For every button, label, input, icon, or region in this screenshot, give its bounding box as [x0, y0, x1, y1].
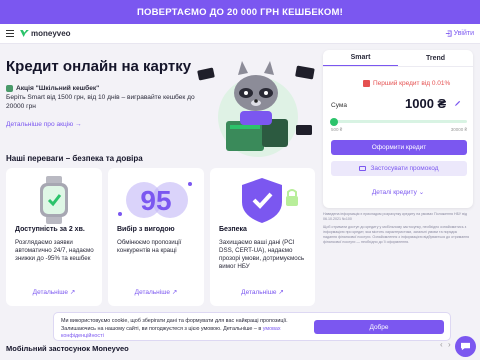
logo[interactable]: moneyveo	[20, 29, 71, 38]
prev-arrow-icon[interactable]: ‹	[440, 340, 448, 349]
advantage-card: Безпека Захищаємо ваші дані (PCI DSS, CE…	[210, 168, 315, 306]
advantages-title: Наші переваги – безпека та довіра	[6, 154, 143, 163]
mobile-app-title: Мобільний застосунок Moneyveo	[6, 344, 129, 353]
backpack-icon	[6, 85, 13, 92]
promo-text: ПОВЕРТАЄМО ДО 20 000 ГРН КЕШБЕКОМ!	[136, 6, 344, 18]
cookie-accept-button[interactable]: Добре	[314, 320, 444, 334]
advantage-card: 95 Вибір з вигодою Обмінюємо пропозиції …	[108, 168, 204, 306]
chat-icon	[461, 342, 470, 351]
cookie-banner: Ми використовуємо cookie, щоб зберігати …	[54, 313, 450, 340]
action-text: Беріть Smart від 1500 грн, від 10 днів –…	[6, 94, 195, 110]
shield-icon	[242, 178, 298, 223]
advantage-text: Обмінюємо пропозиції конкурентів на кращ…	[117, 239, 182, 254]
advantage-text: Захищаємо ваші дані (PCI DSS, CERT-UA), …	[219, 239, 305, 270]
arrow-up-right-icon: ↗	[69, 289, 76, 296]
arrow-right-icon: →	[75, 121, 82, 128]
sum-label: Сума	[331, 102, 347, 109]
legal-notes: Наведена інформація є прикладом розрахун…	[323, 212, 471, 245]
promo-banner[interactable]: ПОВЕРТАЄМО ДО 20 000 ГРН КЕШБЕКОМ!	[0, 0, 480, 24]
slider-handle[interactable]	[329, 117, 338, 126]
menu-icon[interactable]	[6, 30, 14, 37]
advantage-link-label: Детальніше	[134, 289, 171, 296]
login-link[interactable]: Увійти	[445, 30, 474, 37]
credit-details-link[interactable]: Деталі кредиту ⌄	[323, 188, 473, 196]
sum-value[interactable]: 1000 ₴	[405, 96, 446, 111]
ticket-icon	[359, 166, 367, 171]
legal-note: Щоб отримати доступ до кредиту у мобільн…	[323, 225, 470, 244]
chat-button[interactable]	[455, 336, 476, 357]
legal-note: Наведена інформація є прикладом розрахун…	[323, 212, 467, 221]
arrow-up-right-icon: ↗	[171, 289, 178, 296]
first-credit-note: Перший кредит від 0.01%	[363, 80, 450, 87]
discount-95-icon: 95	[118, 182, 192, 218]
tab-trend[interactable]: Trend	[398, 50, 473, 66]
pencil-icon[interactable]	[454, 100, 461, 107]
advantage-title: Доступність за 2 хв.	[15, 226, 85, 233]
action-title: Акція "Шкільний кешбек"	[16, 85, 100, 92]
credit-details-label: Деталі кредиту	[371, 189, 417, 196]
advantage-details-link[interactable]: Детальніше ↗	[210, 288, 315, 296]
raccoon-illustration	[197, 61, 315, 157]
advantage-link-label: Детальніше	[241, 289, 277, 296]
promo-code-label: Застосувати промокод	[370, 165, 439, 172]
gift-icon	[363, 80, 370, 87]
action-link-label: Детальніше про акцію	[6, 121, 74, 128]
arrow-up-right-icon: ↗	[278, 289, 284, 296]
tab-smart[interactable]: Smart	[323, 50, 398, 66]
logo-text: moneyveo	[31, 29, 71, 38]
page-title: Кредит онлайн на картку	[6, 58, 192, 75]
logo-mark-icon	[20, 30, 29, 37]
smartwatch-icon	[40, 176, 68, 224]
first-credit-text: Перший кредит від 0.01%	[373, 80, 451, 87]
action-details-link[interactable]: Детальніше про акцію →	[6, 121, 82, 128]
advantage-details-link[interactable]: Детальніше ↗	[108, 288, 204, 296]
action-description: Акція "Шкільний кешбек" Беріть Smart від…	[6, 84, 196, 111]
advantage-title: Безпека	[219, 226, 247, 233]
slider-max: 30000 ₴	[450, 127, 467, 132]
advantage-title: Вибір з вигодою	[117, 226, 175, 233]
credit-calculator: Smart Trend Перший кредит від 0.01% Сума…	[323, 50, 473, 208]
apply-credit-button[interactable]: Оформити кредит	[331, 140, 467, 155]
promo-code-button[interactable]: Застосувати промокод	[331, 161, 467, 176]
top-nav: moneyveo Увійти	[0, 24, 480, 44]
cookie-text: Ми використовуємо cookie, щоб зберігати …	[61, 318, 291, 341]
login-icon	[445, 30, 452, 37]
cookie-message: Ми використовуємо cookie, щоб зберігати …	[61, 318, 288, 332]
badge-95: 95	[140, 185, 171, 216]
advantage-details-link[interactable]: Детальніше ↗	[6, 288, 102, 296]
chevron-down-icon: ⌄	[418, 189, 425, 196]
login-label: Увійти	[453, 30, 474, 37]
amount-slider[interactable]	[329, 117, 467, 126]
advantage-link-label: Детальніше	[32, 289, 69, 296]
advantage-text: Розглядаємо заявки автоматично 24/7, над…	[15, 239, 94, 262]
advantage-card: Доступність за 2 хв. Розглядаємо заявки …	[6, 168, 102, 306]
slider-min: 500 ₴	[331, 127, 343, 132]
